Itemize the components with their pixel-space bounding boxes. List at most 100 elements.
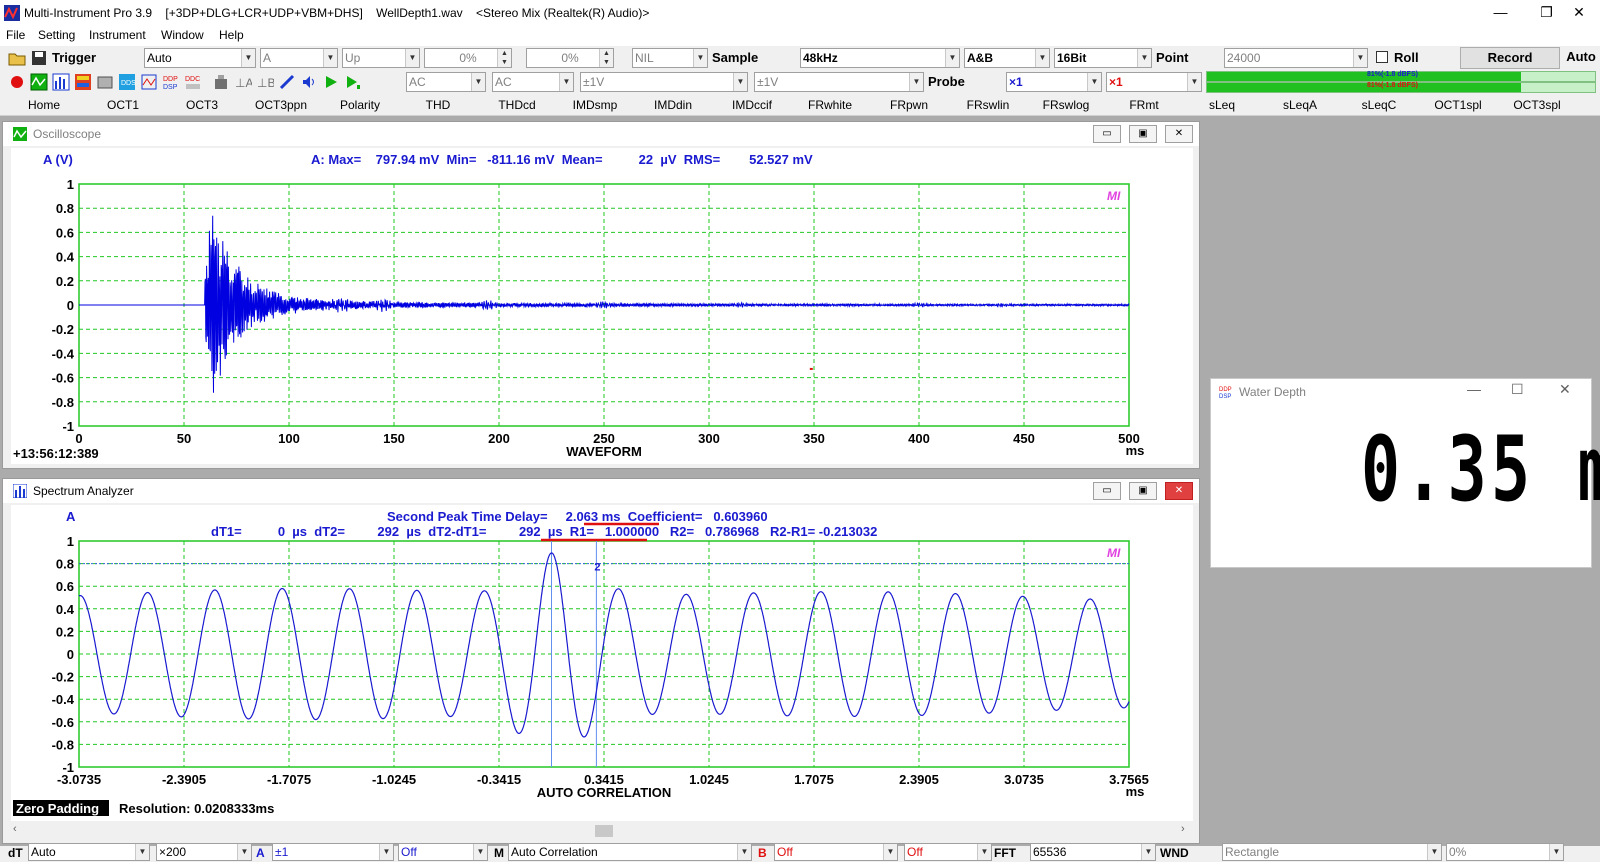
trigger-b-icon[interactable]: ⊥B	[256, 73, 274, 91]
menu-instrument[interactable]: Instrument	[89, 28, 146, 42]
oscilloscope-plot-area[interactable]: 1 0.8 0.6 0.4 0.2 0 -0.2 -0.4 -0.6 -0.8 -1 0 50 100 15…	[11, 148, 1193, 464]
chevron-down-icon: ▼	[909, 73, 923, 91]
oscilloscope-maximize-button[interactable]: ▣	[1129, 125, 1157, 143]
water-depth-close-button[interactable]: ✕	[1559, 381, 1571, 398]
macro-button-frswlin[interactable]: FRswlin	[949, 98, 1027, 112]
close-button[interactable]: ✕	[1560, 0, 1598, 26]
oscilloscope-close-button[interactable]: ✕	[1165, 125, 1193, 143]
trigger-a-icon[interactable]: ⊥A	[234, 73, 252, 91]
x-tick-label: 1.7075	[794, 772, 834, 787]
spectrum-maximize-button[interactable]: ▣	[1129, 482, 1157, 500]
app-logo-icon	[4, 5, 20, 21]
play-icon[interactable]	[322, 73, 340, 91]
coupling-a-select[interactable]: AC ▼	[406, 72, 486, 92]
scrollbar-thumb[interactable]	[595, 825, 613, 837]
trigger-channel-select[interactable]: A ▼	[260, 48, 338, 68]
scroll-right-icon[interactable]: ›	[1181, 823, 1185, 835]
macro-button-oct3spl[interactable]: OCT3spl	[1498, 98, 1576, 112]
menu-bar: File Setting Instrument Window Help	[0, 26, 1600, 46]
macro-button-oct3ppn[interactable]: OCT3ppn	[242, 98, 320, 112]
dds-generator-icon[interactable]: DDS	[118, 73, 136, 91]
macro-button-sleqc[interactable]: sLeqC	[1340, 98, 1418, 112]
save-disk-icon[interactable]	[30, 49, 48, 67]
trigger-position-spinner[interactable]: 0% ▲ ▼	[526, 48, 614, 68]
spectrum-horizontal-scrollbar[interactable]: ‹ ›	[11, 823, 1193, 839]
macro-button-imdccif[interactable]: IMDccif	[713, 98, 791, 112]
minimize-button[interactable]: —	[1478, 0, 1523, 26]
trigger-mode-select[interactable]: Auto ▼	[144, 48, 256, 68]
oscilloscope-icon[interactable]	[30, 73, 48, 91]
data-logger-icon[interactable]	[96, 73, 114, 91]
scroll-left-icon[interactable]: ‹	[13, 823, 17, 835]
calibration-icon[interactable]	[278, 73, 296, 91]
spectrum-minimize-button[interactable]: ▭	[1093, 482, 1121, 500]
fft-size-select[interactable]: 65536 ▼	[1030, 843, 1156, 861]
window-function-select[interactable]: Rectangle ▼	[1222, 843, 1442, 861]
points-select[interactable]: 24000 ▼	[1224, 48, 1368, 68]
math-mode-select[interactable]: Auto Correlation ▼	[508, 843, 752, 861]
macro-button-oct3[interactable]: OCT3	[163, 98, 241, 112]
autocorrelation-chart[interactable]: 10.80.60.40.20-0.2-0.4-0.6-0.8-1-3.0735-…	[11, 505, 1193, 821]
sample-rate-select[interactable]: 48kHz ▼	[800, 48, 960, 68]
macro-button-oct1spl[interactable]: OCT1spl	[1419, 98, 1497, 112]
dt-select[interactable]: Auto ▼	[28, 843, 150, 861]
macro-button-sleqa[interactable]: sLeqA	[1261, 98, 1339, 112]
chevron-down-icon: ▼	[1549, 844, 1563, 860]
water-depth-minimize-button[interactable]: —	[1467, 381, 1481, 397]
spectrum-plot-area[interactable]: 1 0.8 0.6 0.4 0.2 0 -0.2 -0.4 -0.6 -0.8 -1 -3.0735-…	[11, 505, 1193, 821]
channel-a-function-select[interactable]: Off ▼	[398, 843, 488, 861]
range-b-select[interactable]: ±1V ▼	[754, 72, 924, 92]
dsp-icon[interactable]: DDPDSP	[162, 73, 180, 91]
macro-button-frpwn[interactable]: FRpwn	[870, 98, 948, 112]
macro-button-thdcd[interactable]: THDcd	[478, 98, 556, 112]
water-depth-maximize-button[interactable]: ☐	[1511, 381, 1524, 398]
auto-button[interactable]: Auto	[1564, 47, 1598, 69]
scale-select[interactable]: ±1 ▼	[272, 843, 394, 861]
macro-button-imdsmp[interactable]: IMDsmp	[556, 98, 634, 112]
oscilloscope-minimize-button[interactable]: ▭	[1093, 125, 1121, 143]
macro-button-frwhite[interactable]: FRwhite	[791, 98, 869, 112]
menu-setting[interactable]: Setting	[38, 28, 75, 42]
macro-button-thd[interactable]: THD	[399, 98, 477, 112]
y-tick-label: 1	[67, 177, 74, 192]
level-meter-a-fill	[1207, 72, 1522, 81]
bit-depth-select[interactable]: 16Bit ▼	[1054, 48, 1152, 68]
menu-help[interactable]: Help	[219, 28, 244, 42]
record-button[interactable]: Record	[1460, 47, 1560, 69]
spectrum-close-button[interactable]: ✕	[1165, 482, 1193, 500]
zoom-select[interactable]: ×200 ▼	[156, 843, 252, 861]
trigger-edge-select[interactable]: Up ▼	[342, 48, 420, 68]
oscilloscope-chart[interactable]: 10.80.60.40.20-0.2-0.4-0.6-0.8-10 50 100 15…	[11, 148, 1193, 464]
x-tick-label: 3.0735	[1004, 772, 1044, 787]
roll-checkbox[interactable]	[1376, 51, 1388, 63]
macro-button-oct1[interactable]: OCT1	[84, 98, 162, 112]
range-a-select[interactable]: ±1V ▼	[580, 72, 748, 92]
menu-window[interactable]: Window	[161, 28, 204, 42]
channel-b-aux-select[interactable]: Off ▼	[904, 843, 992, 861]
macro-button-frmt[interactable]: FRmt	[1105, 98, 1183, 112]
macro-button-imddin[interactable]: IMDdin	[634, 98, 712, 112]
macro-button-home[interactable]: Home	[5, 98, 83, 112]
multimeter-icon[interactable]	[140, 73, 158, 91]
channels-select[interactable]: A&B ▼	[964, 48, 1050, 68]
trigger-level-spinner[interactable]: 0% ▲ ▼	[424, 48, 512, 68]
macro-button-sleq[interactable]: sLeq	[1183, 98, 1261, 112]
device-icon[interactable]	[212, 73, 230, 91]
open-folder-icon[interactable]	[8, 49, 26, 67]
menu-file[interactable]: File	[6, 28, 25, 42]
probe-a-select[interactable]: ×1 ▼	[1006, 72, 1102, 92]
play-step-icon[interactable]	[344, 73, 362, 91]
overlap-select[interactable]: 0% ▼	[1446, 843, 1564, 861]
spectrogram-icon[interactable]	[74, 73, 92, 91]
record-dot-icon[interactable]	[8, 73, 26, 91]
macro-button-frswlog[interactable]: FRswlog	[1027, 98, 1105, 112]
macro-button-polarity[interactable]: Polarity	[321, 98, 399, 112]
nil-select[interactable]: NIL ▼	[632, 48, 708, 68]
channel-b-function-select[interactable]: Off ▼	[774, 843, 898, 861]
ddc-icon[interactable]: DDC	[184, 73, 202, 91]
y-tick-label: 0.8	[56, 557, 74, 572]
speaker-icon[interactable]	[300, 73, 318, 91]
spectrum-analyzer-icon[interactable]	[52, 73, 70, 91]
probe-b-select[interactable]: ×1 ▼	[1106, 72, 1202, 92]
coupling-b-select[interactable]: AC ▼	[492, 72, 574, 92]
